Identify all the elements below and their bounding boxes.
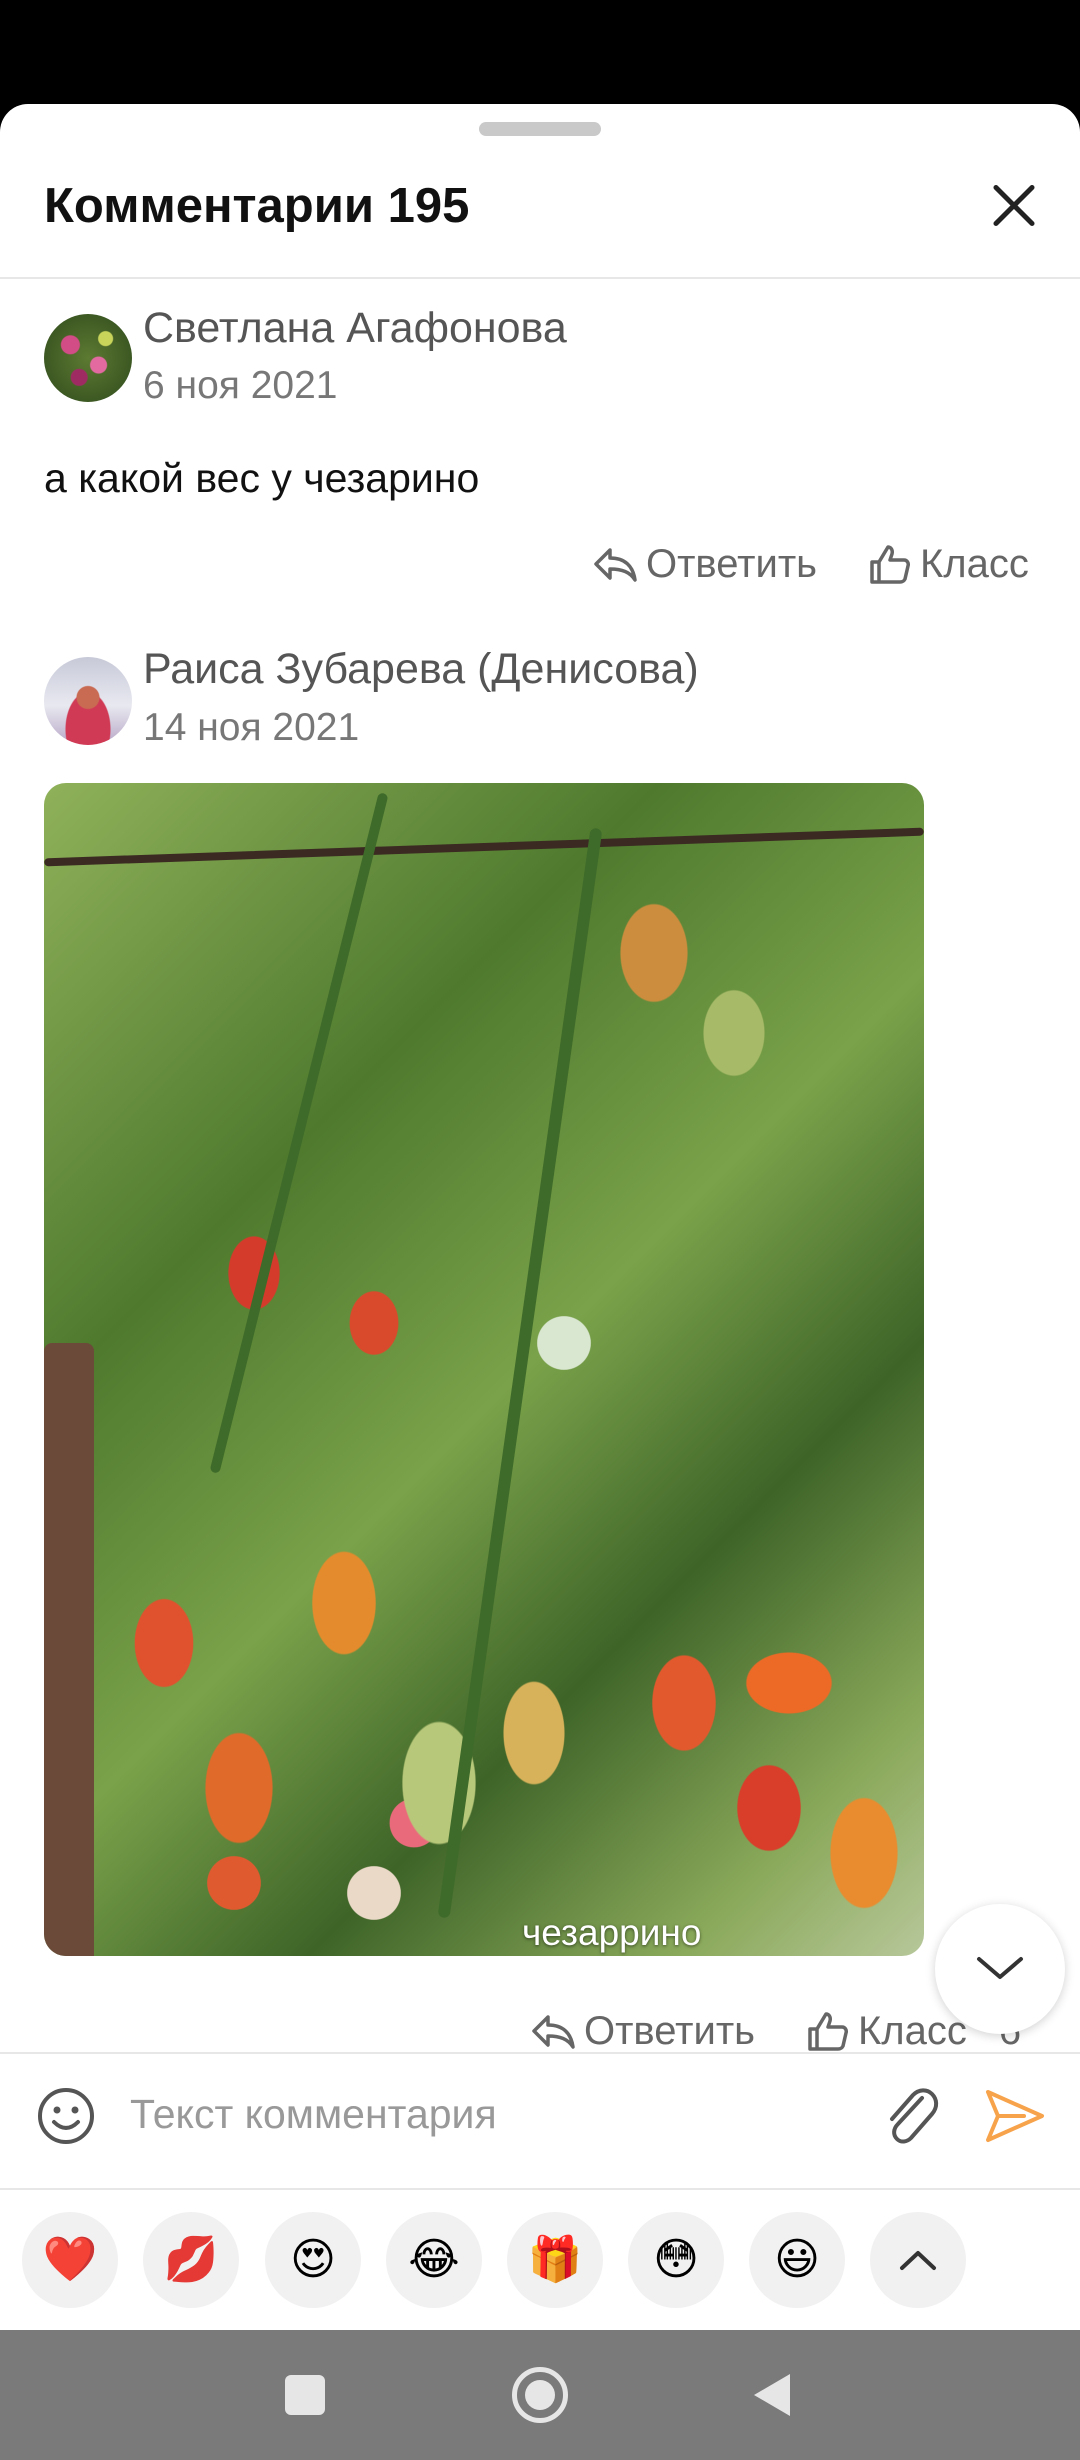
photo-stem bbox=[44, 1343, 94, 1956]
smile-icon[interactable] bbox=[36, 2086, 96, 2146]
header-divider bbox=[0, 277, 1080, 279]
photo-stem bbox=[209, 792, 389, 1474]
comment-text: а какой вес у чезарино bbox=[44, 455, 480, 501]
photo-stem bbox=[44, 827, 924, 867]
recents-button[interactable] bbox=[285, 2375, 325, 2415]
emoji-gift-button[interactable]: 🎁 bbox=[507, 2212, 603, 2308]
home-button[interactable] bbox=[512, 2367, 568, 2423]
close-icon[interactable] bbox=[980, 166, 1060, 246]
emoji-laugh-button[interactable]: 😂 bbox=[386, 2212, 482, 2308]
expand-emoji-button[interactable] bbox=[870, 2212, 966, 2308]
comment-date: 14 ноя 2021 bbox=[143, 706, 360, 749]
photo-stem bbox=[437, 827, 603, 1919]
home-button-dot bbox=[525, 2380, 555, 2410]
reply-icon bbox=[532, 2015, 575, 2049]
photo-caption: чезаррино bbox=[522, 1912, 702, 1953]
chevron-up-icon bbox=[900, 2251, 936, 2270]
emoji-heart-button[interactable]: ❤️ bbox=[22, 2212, 118, 2308]
emoji-quick-bar: ❤️ 💋 😍 😂 🎁 😳 😃 bbox=[0, 2188, 1080, 2330]
comment-photo[interactable]: чезаррино bbox=[44, 783, 924, 1956]
status-bar bbox=[0, 0, 1080, 104]
comment-date: 6 ноя 2021 bbox=[143, 364, 338, 407]
emoji-heart-eyes-button[interactable]: 😍 bbox=[265, 2212, 361, 2308]
comment-input[interactable] bbox=[130, 2082, 850, 2146]
sheet-title: Комментарии 195 bbox=[44, 179, 470, 233]
thumbs-up-icon bbox=[870, 545, 910, 584]
scroll-down-button[interactable] bbox=[935, 1904, 1065, 2034]
chevron-down-icon bbox=[977, 1957, 1023, 1979]
paperclip-icon[interactable] bbox=[880, 2084, 940, 2148]
avatar[interactable] bbox=[44, 657, 132, 745]
send-icon[interactable] bbox=[984, 2086, 1046, 2146]
avatar[interactable] bbox=[44, 314, 132, 402]
emoji-flushed-button[interactable]: 😳 bbox=[628, 2212, 724, 2308]
back-icon[interactable] bbox=[752, 2372, 792, 2418]
system-navigation-bar bbox=[0, 2330, 1080, 2460]
comment-author[interactable]: Раиса Зубарева (Денисова) bbox=[143, 641, 699, 697]
comments-sheet: Комментарии 195 Светлана Агафонова 6 ноя… bbox=[0, 104, 1080, 2330]
reply-button[interactable]: Ответить bbox=[592, 534, 817, 594]
sheet-drag-handle[interactable] bbox=[479, 122, 601, 136]
like-button[interactable]: Класс bbox=[868, 534, 1029, 594]
emoji-smile-button[interactable]: 😃 bbox=[749, 2212, 845, 2308]
reply-label: Ответить bbox=[646, 542, 817, 586]
thumbs-up-icon bbox=[808, 2012, 848, 2051]
reply-icon bbox=[594, 548, 637, 582]
comment-composer bbox=[0, 2052, 1080, 2186]
like-label: Класс bbox=[920, 542, 1029, 586]
emoji-kiss-button[interactable]: 💋 bbox=[143, 2212, 239, 2308]
comment-author[interactable]: Светлана Агафонова bbox=[143, 300, 567, 356]
